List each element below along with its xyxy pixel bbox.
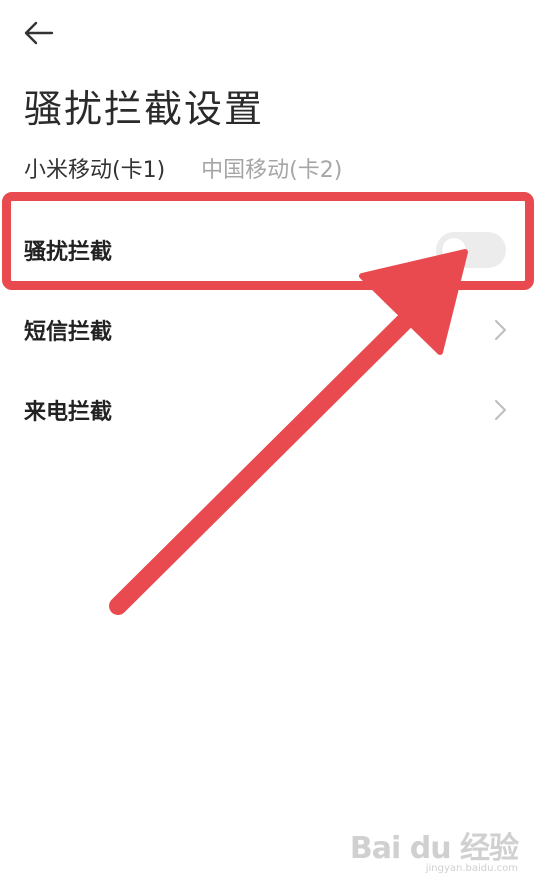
sim-tabs: 小米移动(卡1) 中国移动(卡2)	[24, 152, 342, 184]
back-button[interactable]	[22, 18, 58, 48]
watermark-url: jingyan.baidu.com	[425, 863, 518, 874]
harassment-toggle[interactable]	[436, 232, 506, 268]
page-title: 骚扰拦截设置	[24, 87, 265, 131]
watermark: Bai du 经验 jingyan.baidu.com	[349, 823, 519, 874]
setting-label: 骚扰拦截	[24, 240, 113, 265]
watermark-logo: Bai du 经验	[349, 831, 519, 866]
setting-row-harassment[interactable]: 骚扰拦截	[0, 215, 546, 285]
toggle-knob	[442, 238, 466, 262]
setting-label: 短信拦截	[24, 320, 113, 345]
arrow-left-icon	[24, 21, 54, 45]
tab-sim1[interactable]: 小米移动(卡1)	[24, 152, 165, 184]
setting-label: 来电拦截	[24, 400, 113, 425]
tab-sim2[interactable]: 中国移动(卡2)	[201, 152, 342, 184]
chevron-right-icon	[495, 320, 506, 340]
setting-row-sms[interactable]: 短信拦截	[0, 295, 546, 365]
chevron-right-icon	[495, 400, 506, 420]
setting-row-calls[interactable]: 来电拦截	[0, 375, 546, 445]
